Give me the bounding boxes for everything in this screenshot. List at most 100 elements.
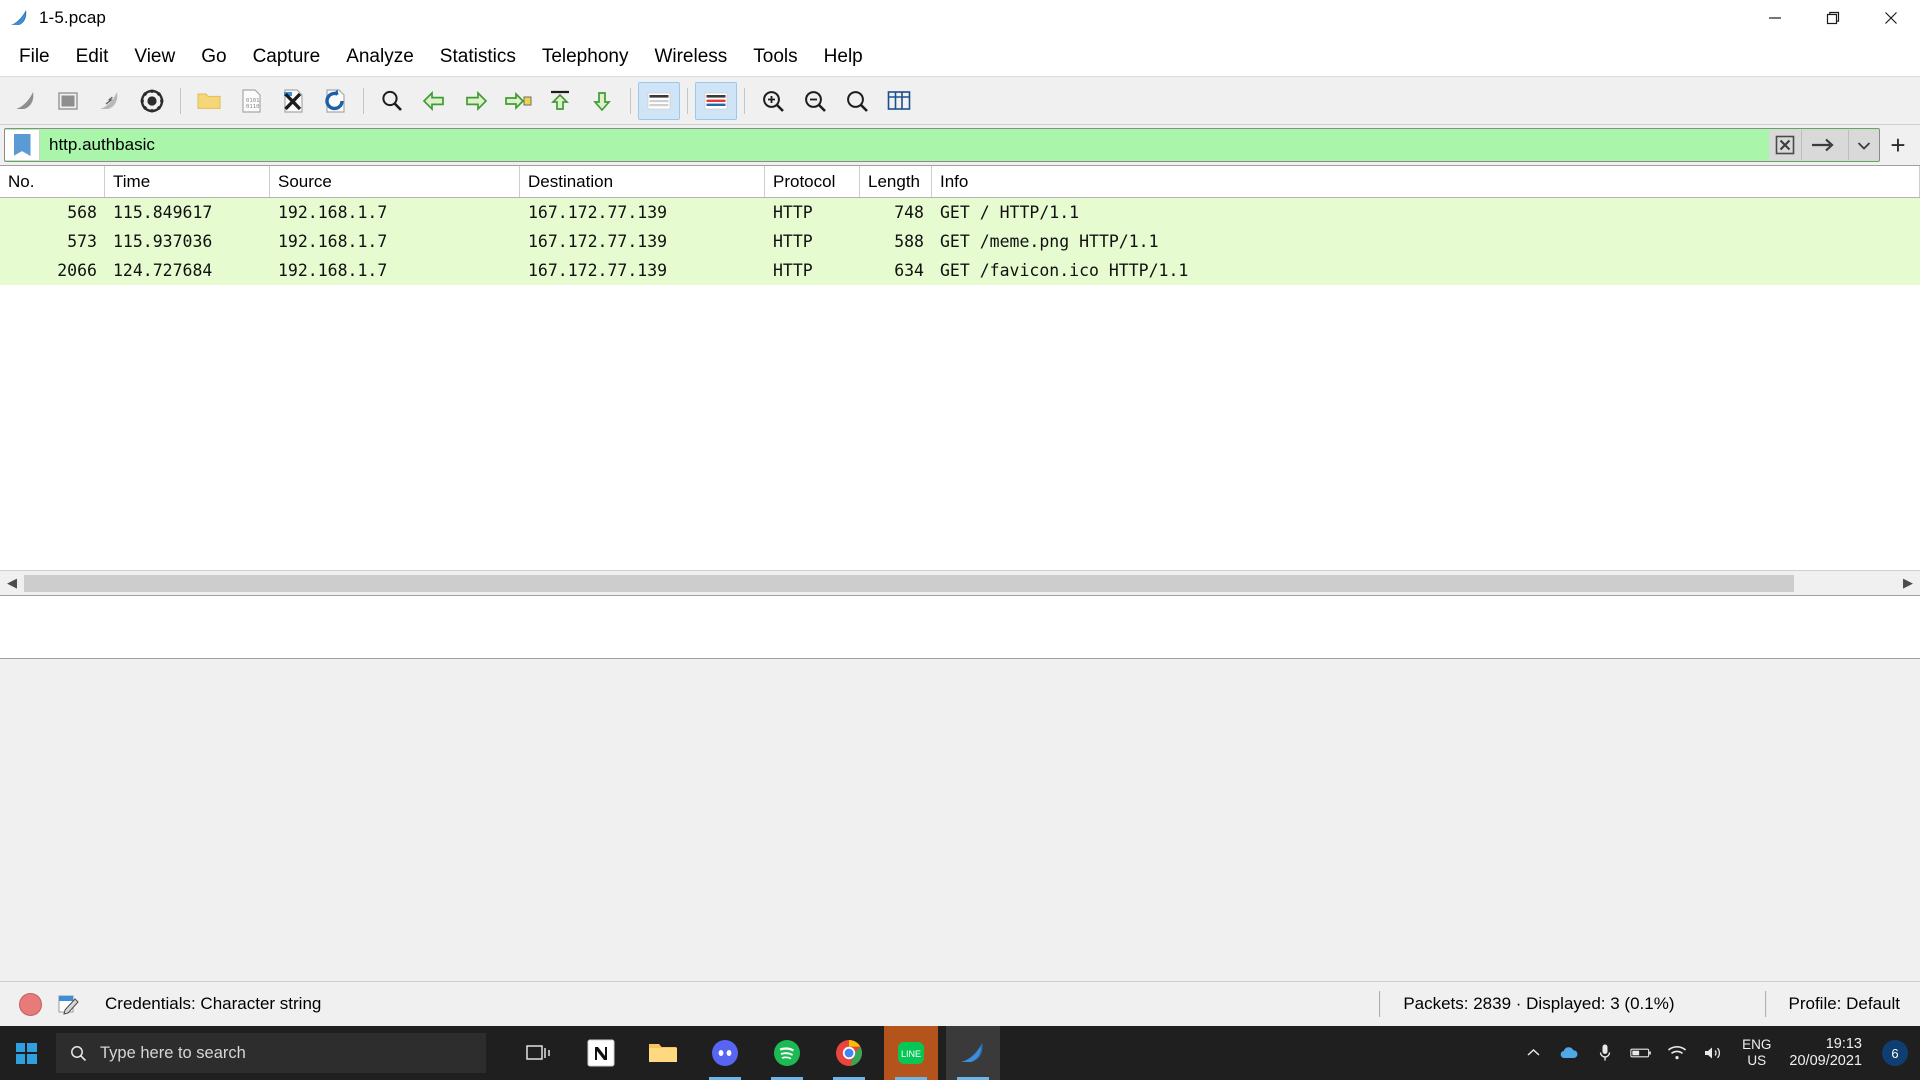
packet-list-horizontal-scrollbar[interactable]: ◀ ▶ — [0, 570, 1920, 595]
go-back-icon[interactable] — [413, 81, 455, 121]
open-file-icon[interactable] — [188, 81, 230, 121]
taskbar-search-placeholder: Type here to search — [100, 1043, 246, 1062]
scrollbar-track[interactable] — [24, 574, 1896, 592]
menu-wireless[interactable]: Wireless — [641, 43, 740, 70]
status-field-text: Credentials: Character string — [105, 994, 322, 1013]
capture-file-comment-icon[interactable] — [58, 993, 80, 1015]
clear-filter-icon[interactable] — [1769, 130, 1801, 160]
menu-capture[interactable]: Capture — [240, 43, 334, 70]
input-language-indicator[interactable]: ENG US — [1742, 1037, 1771, 1068]
zoom-reset-icon[interactable] — [836, 81, 878, 121]
maximize-button[interactable] — [1804, 0, 1862, 36]
table-row[interactable]: 2066 124.727684 192.168.1.7 167.172.77.1… — [0, 256, 1920, 285]
column-header-no[interactable]: No. — [0, 166, 105, 197]
windows-start-icon[interactable] — [0, 1026, 52, 1080]
microphone-icon[interactable] — [1594, 1041, 1616, 1065]
menu-telephony[interactable]: Telephony — [529, 43, 642, 70]
language-line-1: ENG — [1742, 1037, 1772, 1053]
packet-bytes-pane[interactable] — [0, 659, 1920, 981]
column-header-protocol[interactable]: Protocol — [765, 166, 860, 197]
cell-time: 124.727684 — [113, 261, 213, 280]
bookmark-icon[interactable] — [5, 130, 40, 160]
minimize-button[interactable] — [1746, 0, 1804, 36]
clock-date: 20/09/2021 — [1789, 1053, 1862, 1069]
filter-history-chevron-down-icon[interactable] — [1848, 130, 1879, 160]
go-to-packet-icon[interactable] — [497, 81, 539, 121]
battery-icon[interactable] — [1630, 1041, 1652, 1065]
volume-icon[interactable] — [1702, 1041, 1724, 1065]
packet-list-header: No. Time Source Destination Protocol Len… — [0, 166, 1920, 198]
go-forward-icon[interactable] — [455, 81, 497, 121]
scroll-right-icon[interactable]: ▶ — [1896, 571, 1920, 595]
reload-file-icon[interactable] — [314, 81, 356, 121]
scroll-left-icon[interactable]: ◀ — [0, 571, 24, 595]
restart-capture-icon[interactable] — [89, 81, 131, 121]
apply-filter-arrow-icon[interactable] — [1801, 130, 1848, 160]
menu-tools[interactable]: Tools — [740, 43, 810, 70]
cell-info: GET /meme.png HTTP/1.1 — [940, 232, 1159, 251]
menu-view[interactable]: View — [121, 43, 188, 70]
chrome-icon[interactable] — [822, 1026, 876, 1080]
column-header-source[interactable]: Source — [270, 166, 520, 197]
status-bar: Credentials: Character string Packets: 2… — [0, 981, 1920, 1026]
stop-capture-icon[interactable] — [47, 81, 89, 121]
line-icon[interactable]: LINE — [884, 1026, 938, 1080]
show-hidden-icons-chevron-up-icon[interactable] — [1522, 1041, 1544, 1065]
go-to-first-packet-icon[interactable] — [539, 81, 581, 121]
spotify-icon[interactable] — [760, 1026, 814, 1080]
add-filter-button-icon[interactable]: + — [1880, 129, 1916, 161]
column-header-time[interactable]: Time — [105, 166, 270, 197]
menu-analyze[interactable]: Analyze — [333, 43, 427, 70]
expert-info-icon[interactable] — [19, 992, 42, 1016]
packet-details-pane[interactable] — [0, 595, 1920, 659]
main-toolbar: 0101 0110 — [0, 76, 1920, 125]
wifi-icon[interactable] — [1666, 1041, 1688, 1065]
scrollbar-thumb[interactable] — [24, 574, 1794, 592]
system-tray: ENG US 19:13 20/09/2021 6 — [1522, 1036, 1920, 1069]
table-row[interactable]: 568 115.849617 192.168.1.7 167.172.77.13… — [0, 198, 1920, 227]
display-filter-input[interactable]: http.authbasic — [40, 135, 1769, 155]
task-view-icon[interactable] — [512, 1026, 566, 1080]
start-capture-icon[interactable] — [5, 81, 47, 121]
go-to-last-packet-icon[interactable] — [581, 81, 623, 121]
toolbar-separator — [687, 87, 688, 114]
auto-scroll-icon[interactable] — [638, 81, 680, 120]
taskbar-search-input[interactable]: Type here to search — [56, 1033, 486, 1073]
menu-edit[interactable]: Edit — [63, 43, 122, 70]
table-row[interactable]: 573 115.937036 192.168.1.7 167.172.77.13… — [0, 227, 1920, 256]
wireshark-icon[interactable] — [946, 1026, 1000, 1080]
status-profile-text[interactable]: Profile: Default — [1789, 994, 1911, 1014]
capture-options-icon[interactable] — [131, 81, 173, 121]
zoom-in-icon[interactable] — [752, 81, 794, 121]
column-header-info[interactable]: Info — [932, 166, 1920, 197]
menu-go[interactable]: Go — [188, 43, 239, 70]
toolbar-separator — [363, 87, 364, 114]
language-line-2: US — [1747, 1053, 1767, 1068]
save-file-icon[interactable]: 0101 0110 — [230, 81, 272, 121]
search-icon — [56, 1045, 100, 1062]
taskbar-clock[interactable]: 19:13 20/09/2021 — [1789, 1036, 1862, 1069]
notifications-icon[interactable]: 6 — [1882, 1040, 1908, 1066]
file-explorer-icon[interactable] — [636, 1026, 690, 1080]
windows-taskbar: Type here to search LINE ENG US 19:13 20… — [0, 1026, 1920, 1080]
cell-protocol: HTTP — [773, 232, 813, 251]
toolbar-separator — [630, 87, 631, 114]
menu-file[interactable]: File — [6, 43, 63, 70]
resize-columns-icon[interactable] — [878, 81, 920, 121]
zoom-out-icon[interactable] — [794, 81, 836, 121]
display-filter-box[interactable]: http.authbasic — [4, 128, 1880, 162]
find-packet-icon[interactable] — [371, 81, 413, 121]
column-header-length[interactable]: Length — [860, 166, 932, 197]
cell-time: 115.937036 — [113, 232, 213, 251]
menu-statistics[interactable]: Statistics — [427, 43, 529, 70]
cell-destination: 167.172.77.139 — [528, 203, 668, 222]
close-file-icon[interactable] — [272, 81, 314, 121]
notion-icon[interactable] — [574, 1026, 628, 1080]
colorize-packets-icon[interactable] — [695, 81, 737, 120]
discord-icon[interactable] — [698, 1026, 752, 1080]
close-button[interactable] — [1862, 0, 1920, 36]
column-header-destination[interactable]: Destination — [520, 166, 765, 197]
onedrive-cloud-icon[interactable] — [1558, 1041, 1580, 1065]
cell-no: 573 — [67, 232, 97, 251]
menu-help[interactable]: Help — [811, 43, 876, 70]
